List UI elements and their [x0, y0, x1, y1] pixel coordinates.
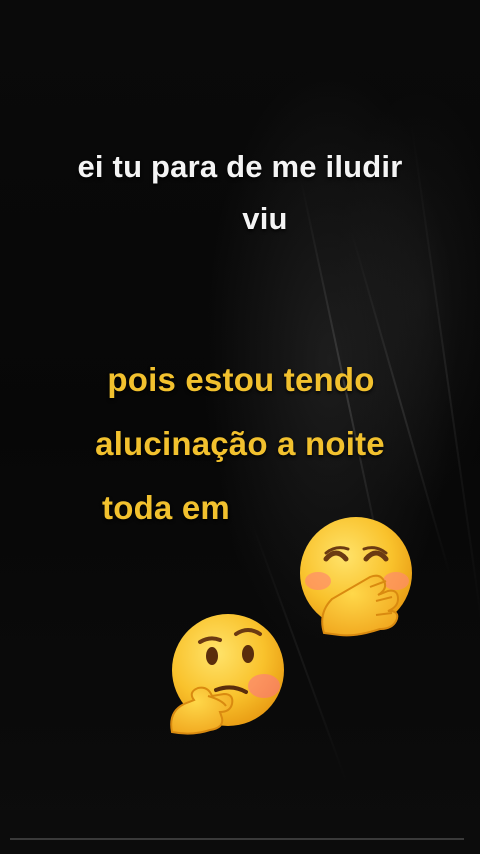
caption-white-line-1: ei tu para de me iludir	[77, 149, 403, 184]
caption-yellow-line-1: pois estou tendo	[107, 361, 375, 398]
caption-white: ei tu para de me iludir viu	[0, 141, 480, 245]
thinking-face-emoji	[170, 614, 284, 735]
progress-bar	[10, 838, 464, 840]
caption-white-line-2: viu	[242, 201, 288, 236]
face-with-hand-over-mouth-emoji	[300, 517, 412, 637]
caption-yellow-line-2: alucinação a noite	[95, 425, 385, 462]
video-frame: ei tu para de me iludir viu pois estou t…	[0, 0, 480, 854]
caption-yellow: pois estou tendo alucinação a noite toda…	[0, 348, 480, 540]
